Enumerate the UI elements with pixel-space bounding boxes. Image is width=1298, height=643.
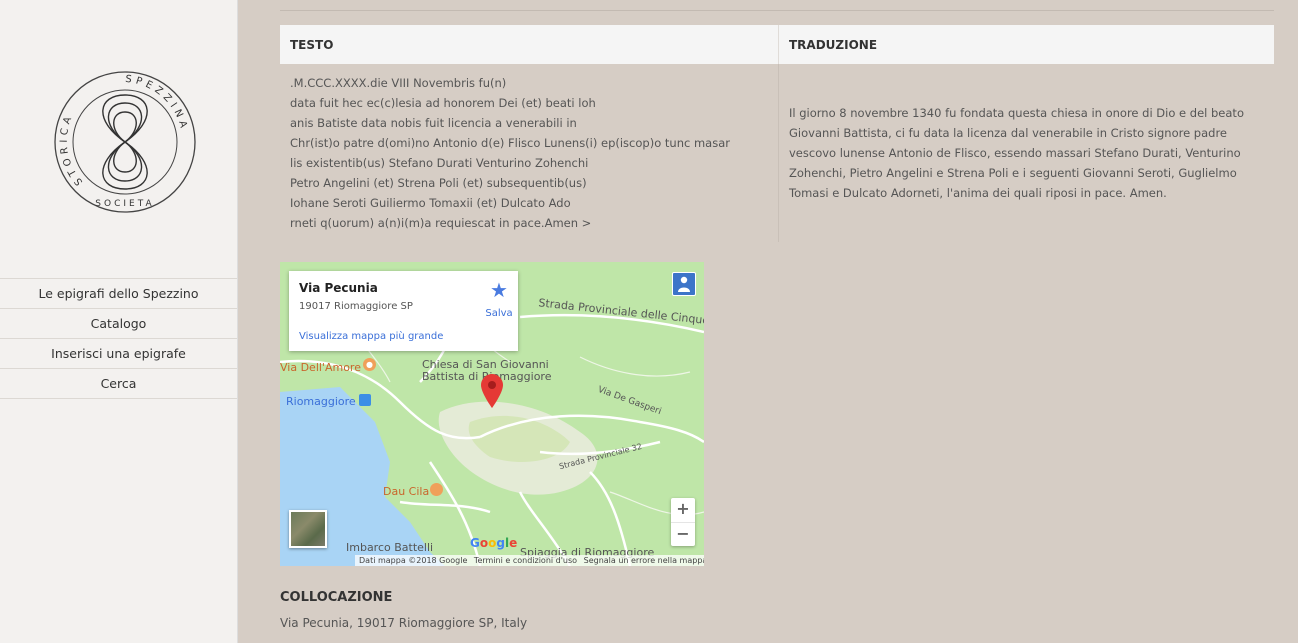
google-logo: Google bbox=[470, 536, 517, 550]
street-view-pegman-icon[interactable] bbox=[672, 272, 696, 296]
svg-text:SPEZZINA: SPEZZINA bbox=[125, 74, 190, 133]
terms-link[interactable]: Termini e condizioni d'uso bbox=[474, 556, 577, 565]
view-larger-map-link[interactable]: Visualizza mappa più grande bbox=[299, 331, 443, 342]
google-letter: e bbox=[509, 536, 518, 550]
traduzione-line: Il giorno 8 novembre 1340 fu fondata que… bbox=[789, 106, 1244, 120]
map-data-credit: Dati mappa ©2018 Google bbox=[359, 556, 468, 565]
place-address: 19017 Riomaggiore SP bbox=[299, 301, 413, 312]
testo-line: rneti q(uorum) a(n)i(m)a requiescat in p… bbox=[290, 216, 592, 230]
testo-line: data fuit hec ec(c)lesia ad honorem Dei … bbox=[290, 96, 596, 110]
nav-item-cerca[interactable]: Cerca bbox=[0, 368, 237, 399]
place-title: Via Pecunia bbox=[299, 281, 378, 295]
testo-line: Chr(ist)o patre d(omi)no Antonio d(e) Fl… bbox=[290, 136, 730, 150]
nav-item-catalogo[interactable]: Catalogo bbox=[0, 308, 237, 338]
traduzione-line: Giovanni Battista, ci fu data la licenza… bbox=[789, 126, 1228, 140]
logo-text-societa: SOCIETA bbox=[95, 199, 154, 209]
sidebar: SPEZZINA STORICA SOCIETA Le epigrafi del… bbox=[0, 0, 238, 643]
testo-line: Petro Angelini (et) Strena Poli (et) sub… bbox=[290, 176, 587, 190]
header-testo: TESTO bbox=[280, 25, 779, 64]
header-traduzione: TRADUZIONE bbox=[778, 25, 1274, 64]
divider bbox=[280, 10, 1274, 11]
collocazione-text: Via Pecunia, 19017 Riomaggiore SP, Italy bbox=[280, 616, 528, 630]
map-label-dau-cila: Dau Cila bbox=[383, 485, 430, 498]
traduzione-line: vescovo lunense Antonio de Flisco, essen… bbox=[789, 146, 1241, 160]
zoom-in-button[interactable]: + bbox=[671, 498, 695, 523]
google-map[interactable]: Strada Provinciale delle Cinque Te Via D… bbox=[280, 262, 704, 566]
train-station-icon bbox=[359, 394, 371, 406]
google-letter: g bbox=[496, 536, 505, 550]
zoom-out-button[interactable]: − bbox=[671, 523, 695, 547]
traduzione-line: Tomasi e Dulcato Adorneti, l'anima dei q… bbox=[789, 186, 1167, 200]
nav-item-inserisci[interactable]: Inserisci una epigrafe bbox=[0, 338, 237, 368]
cell-testo: .M.CCC.XXXX.die VIII Novembris fu(n) dat… bbox=[280, 64, 779, 242]
save-button[interactable]: ★ Salva bbox=[481, 279, 517, 320]
svg-text:STORICA: STORICA bbox=[59, 112, 86, 187]
map-pin-icon[interactable] bbox=[481, 374, 503, 408]
google-letter: o bbox=[479, 536, 489, 550]
place-info-card: Via Pecunia 19017 Riomaggiore SP Visuali… bbox=[289, 271, 518, 351]
traduzione-line: Zohenchi, Pietro Angelini e Strena Poli … bbox=[789, 166, 1237, 180]
epigraph-table: TESTO TRADUZIONE .M.CCC.XXXX.die VIII No… bbox=[280, 25, 1274, 242]
map-label-riomaggiore: Riomaggiore bbox=[286, 395, 356, 408]
testo-line: .M.CCC.XXXX.die VIII Novembris fu(n) bbox=[290, 76, 507, 90]
google-letter: G bbox=[470, 536, 480, 550]
logo-text-storica: STORICA bbox=[59, 112, 82, 187]
societa-storica-logo[interactable]: SPEZZINA STORICA SOCIETA bbox=[53, 70, 197, 214]
main-content: TESTO TRADUZIONE .M.CCC.XXXX.die VIII No… bbox=[280, 0, 1274, 643]
testo-line: anis Batiste data nobis fuit licencia a … bbox=[290, 116, 577, 130]
logo-text-spezzina: SPEZZINA bbox=[125, 74, 186, 133]
restaurant-icon bbox=[430, 483, 443, 496]
report-error-link[interactable]: Segnala un errore nella mappa bbox=[584, 556, 704, 565]
zoom-control: + − bbox=[671, 498, 695, 546]
map-label-imbarco: Imbarco Battelli bbox=[346, 541, 434, 554]
map-label-via-amore: Via Dell'Amore bbox=[280, 361, 361, 374]
sidebar-nav: Le epigrafi dello Spezzino Catalogo Inse… bbox=[0, 278, 237, 399]
collocazione-heading: COLLOCAZIONE bbox=[280, 590, 393, 605]
satellite-toggle[interactable] bbox=[289, 510, 327, 548]
restaurant-icon: ● bbox=[363, 358, 376, 371]
map-footer: Dati mappa ©2018 Google Termini e condiz… bbox=[355, 555, 704, 566]
cell-traduzione: Il giorno 8 novembre 1340 fu fondata que… bbox=[779, 64, 1275, 242]
nav-item-epigrafi[interactable]: Le epigrafi dello Spezzino bbox=[0, 278, 237, 308]
star-icon: ★ bbox=[490, 278, 508, 302]
testo-line: lis existentib(us) Stefano Durati Ventur… bbox=[290, 156, 589, 170]
save-label: Salva bbox=[485, 308, 513, 319]
testo-line: Iohane Seroti Guiliermo Tomaxii (et) Dul… bbox=[290, 196, 571, 210]
